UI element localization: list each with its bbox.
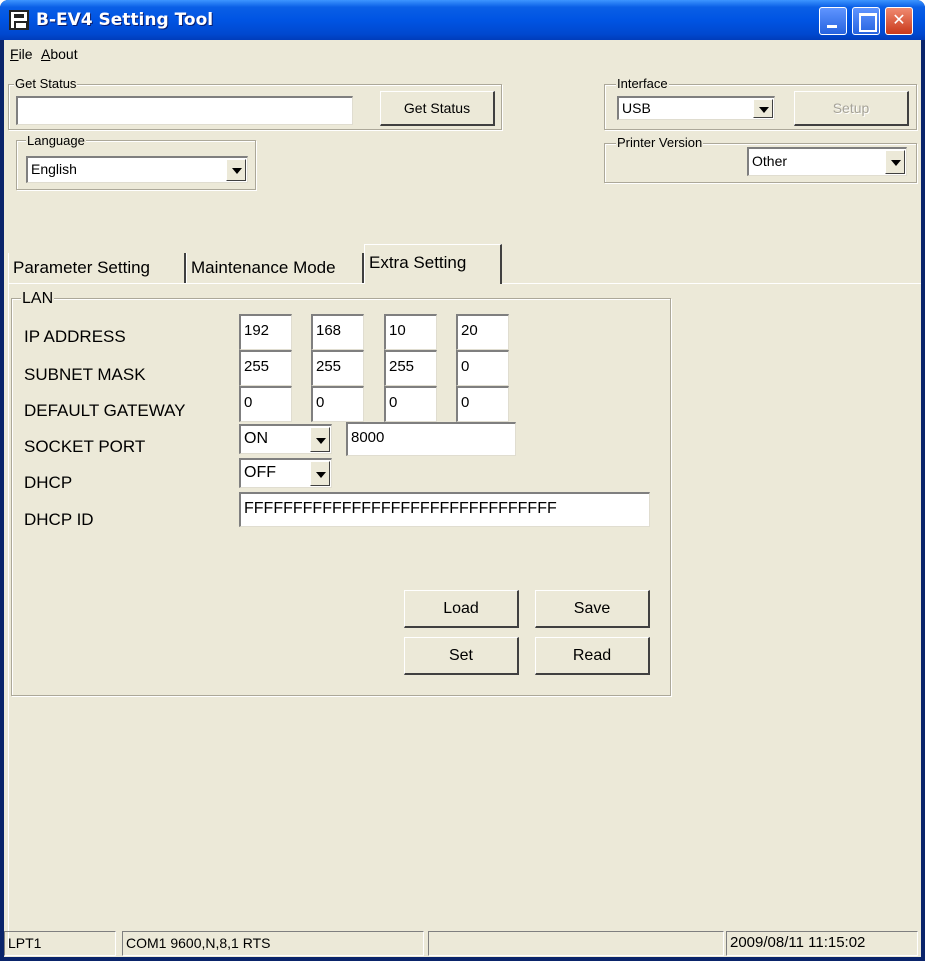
printer-version-select[interactable]: Other: [747, 147, 907, 176]
default-gateway-octet-4[interactable]: 0: [456, 386, 509, 422]
status-datetime: 2009/08/11 11:15:02: [726, 931, 918, 956]
menu-about[interactable]: About: [41, 46, 78, 62]
get-status-group-label: Get Status: [14, 76, 78, 91]
app-window: B-EV4 Setting Tool ✕ File About Get Stat…: [0, 0, 925, 961]
chevron-down-icon[interactable]: [753, 99, 773, 118]
tab-extra-setting[interactable]: Extra Setting: [364, 244, 502, 284]
default-gateway-octet-3[interactable]: 0: [384, 386, 437, 422]
read-button[interactable]: Read: [535, 637, 650, 675]
maximize-button[interactable]: [852, 7, 880, 35]
lan-group-label: LAN: [21, 290, 55, 308]
default-gateway-label: DEFAULT GATEWAY: [24, 401, 186, 420]
ip-address-label: IP ADDRESS: [24, 327, 126, 346]
interface-group-label: Interface: [616, 76, 669, 91]
dhcp-id-field[interactable]: FFFFFFFFFFFFFFFFFFFFFFFFFFFFFFFF: [239, 492, 650, 527]
chevron-down-icon[interactable]: [226, 159, 246, 181]
dhcp-label: DHCP: [24, 473, 73, 492]
menu-file-accel: F: [10, 46, 19, 62]
setup-button[interactable]: Setup: [794, 91, 909, 126]
interface-select[interactable]: USB: [617, 96, 775, 120]
status-com-settings: COM1 9600,N,8,1 RTS: [122, 931, 424, 956]
save-button[interactable]: Save: [535, 590, 650, 628]
chevron-down-icon[interactable]: [310, 461, 330, 486]
dhcp-state-select[interactable]: OFF: [239, 458, 332, 488]
default-gateway-octet-1[interactable]: 0: [239, 386, 292, 422]
ip-address-octet-1[interactable]: 192: [239, 314, 292, 350]
status-middle: [428, 931, 724, 956]
extra-setting-panel: LAN IP ADDRESS 192 168 10 20 SUBNET MASK…: [8, 283, 921, 948]
chevron-down-icon[interactable]: [310, 427, 330, 452]
menu-about-rest: bout: [50, 46, 78, 62]
dhcp-id-label: DHCP ID: [24, 510, 94, 529]
menu-file[interactable]: File: [10, 46, 33, 62]
printer-version-select-value: Other: [752, 153, 788, 169]
interface-select-value: USB: [622, 100, 651, 116]
language-group-label: Language: [26, 133, 86, 148]
socket-port-state-select[interactable]: ON: [239, 424, 332, 454]
subnet-mask-octet-3[interactable]: 255: [384, 350, 437, 386]
menu-file-rest: ile: [18, 46, 33, 62]
status-port: LPT1: [4, 931, 116, 956]
socket-port-label: SOCKET PORT: [24, 437, 146, 456]
menu-about-accel: A: [41, 46, 51, 62]
status-field[interactable]: [16, 96, 353, 125]
menu-bar: File About: [4, 40, 921, 66]
socket-port-state-value: ON: [244, 430, 268, 447]
language-select-value: English: [31, 161, 77, 177]
dhcp-state-value: OFF: [244, 464, 276, 481]
minimize-button[interactable]: [819, 7, 847, 35]
subnet-mask-label: SUBNET MASK: [24, 365, 146, 384]
socket-port-number-field[interactable]: 8000: [346, 422, 516, 456]
ip-address-octet-3[interactable]: 10: [384, 314, 437, 350]
app-icon[interactable]: [9, 10, 29, 30]
language-select[interactable]: English: [26, 156, 248, 183]
window-title: B-EV4 Setting Tool: [36, 10, 214, 30]
close-button[interactable]: ✕: [885, 7, 913, 35]
set-button[interactable]: Set: [404, 637, 519, 675]
printer-version-group-label: Printer Version: [616, 135, 704, 150]
subnet-mask-octet-1[interactable]: 255: [239, 350, 292, 386]
ip-address-octet-4[interactable]: 20: [456, 314, 509, 350]
get-status-button[interactable]: Get Status: [380, 91, 495, 126]
load-button[interactable]: Load: [404, 590, 519, 628]
ip-address-octet-2[interactable]: 168: [311, 314, 364, 350]
subnet-mask-octet-2[interactable]: 255: [311, 350, 364, 386]
status-bar: LPT1 COM1 9600,N,8,1 RTS 2009/08/11 11:1…: [4, 930, 921, 957]
tab-parameter-setting[interactable]: Parameter Setting: [8, 253, 186, 283]
tab-maintenance-mode[interactable]: Maintenance Mode: [186, 253, 364, 283]
title-bar[interactable]: B-EV4 Setting Tool ✕: [0, 0, 925, 40]
subnet-mask-octet-4[interactable]: 0: [456, 350, 509, 386]
chevron-down-icon[interactable]: [885, 150, 905, 174]
client-area: File About Get Status Get Status Interfa…: [4, 40, 921, 957]
default-gateway-octet-2[interactable]: 0: [311, 386, 364, 422]
